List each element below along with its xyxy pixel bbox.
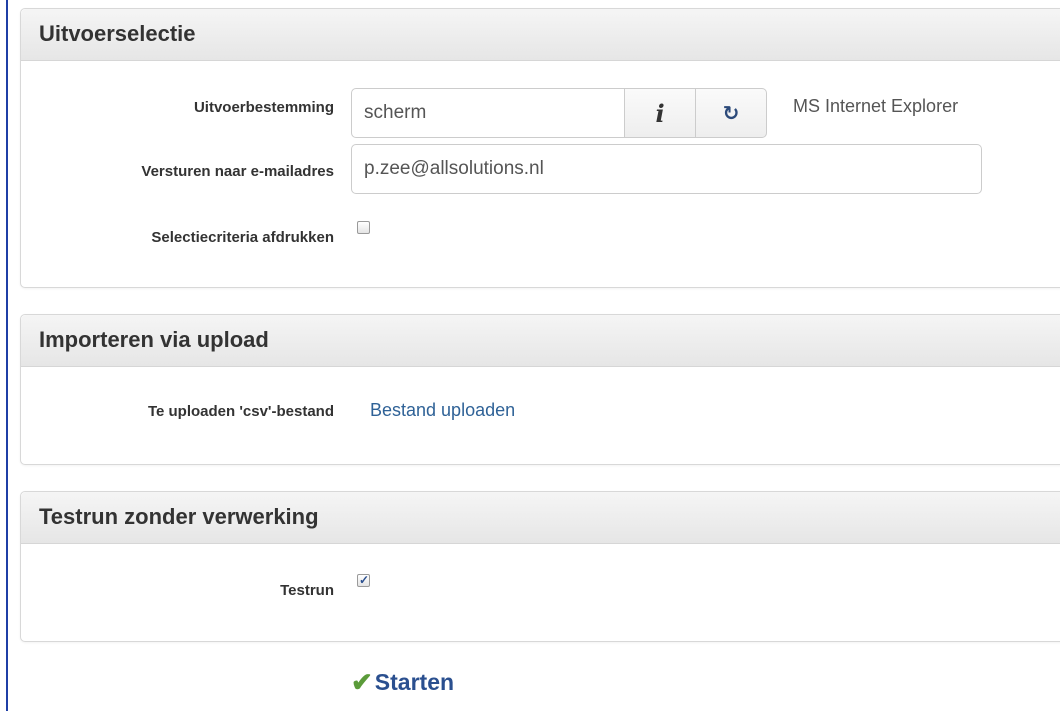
page: Uitvoerselectie Uitvoerbestemming i ↻ MS… (0, 0, 1060, 711)
start-label: Starten (374, 669, 455, 695)
destination-label: Uitvoerbestemming (193, 99, 334, 116)
print-criteria-label: Selectiecriteria afdrukken (151, 229, 334, 246)
email-input[interactable] (351, 144, 982, 194)
window-left-border (6, 0, 8, 711)
upload-file-link[interactable]: Bestand uploaden (370, 400, 515, 421)
refresh-button[interactable]: ↻ (696, 88, 767, 138)
print-criteria-checkbox[interactable] (357, 221, 370, 234)
output-selection-heading: Uitvoerselectie (21, 9, 1060, 61)
csv-file-label: Te uploaden 'csv'-bestand (147, 403, 334, 420)
testrun-label: Testrun (280, 582, 334, 599)
email-label: Versturen naar e-mailadres (141, 163, 334, 180)
destination-input[interactable] (351, 88, 625, 138)
info-icon: i (655, 98, 665, 128)
checkmark-icon: ✓ (359, 573, 370, 587)
email-input-group (351, 144, 982, 194)
start-button[interactable]: ✔ Starten (351, 667, 454, 697)
testrun-panel: Testrun zonder verwerking Testrun ✓ (20, 491, 1060, 642)
output-selection-panel: Uitvoerselectie Uitvoerbestemming i ↻ MS… (20, 8, 1060, 288)
browser-name: MS Internet Explorer (793, 96, 959, 116)
import-upload-panel: Importeren via upload Te uploaden 'csv'-… (20, 314, 1060, 465)
import-upload-heading: Importeren via upload (21, 315, 1060, 367)
testrun-heading: Testrun zonder verwerking (21, 492, 1060, 544)
testrun-checkbox[interactable]: ✓ (357, 573, 370, 587)
refresh-icon: ↻ (722, 101, 740, 125)
destination-input-group: i ↻ (351, 88, 767, 138)
info-button[interactable]: i (625, 88, 696, 138)
checkmark-icon: ✔ (351, 667, 373, 697)
